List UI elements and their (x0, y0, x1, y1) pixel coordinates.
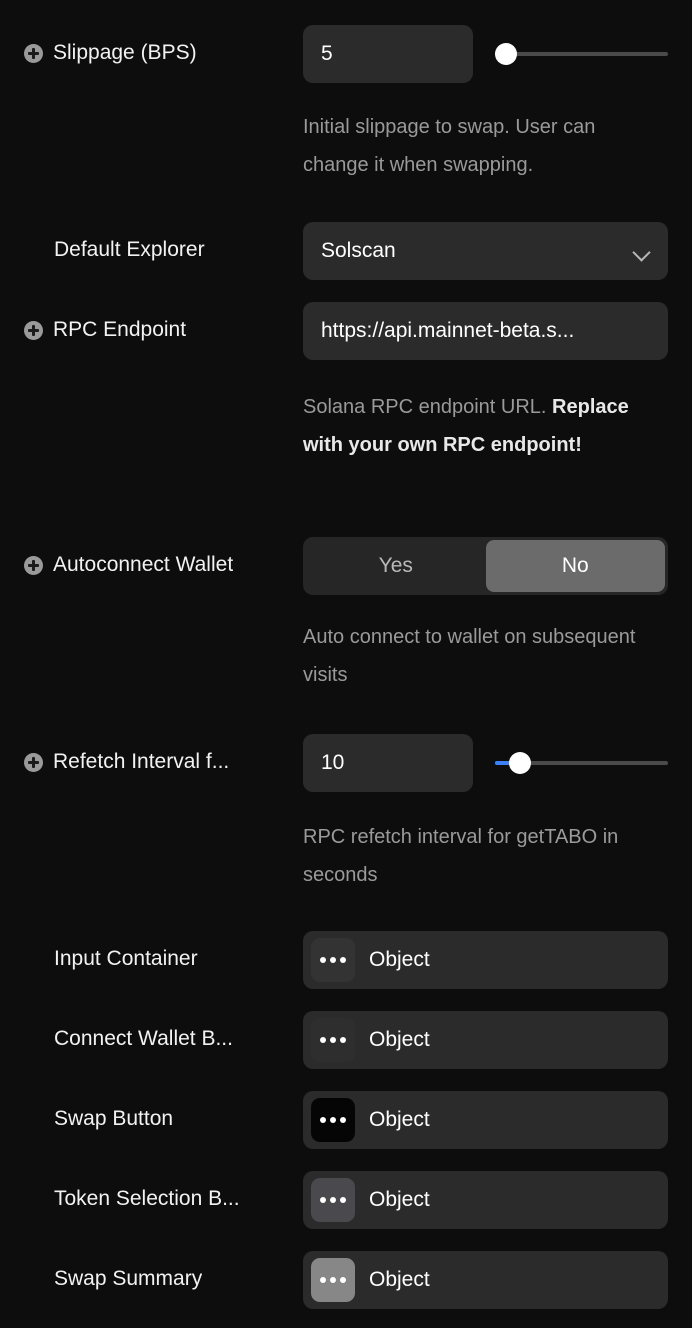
slippage-input-value: 5 (321, 42, 333, 65)
ellipsis-icon[interactable] (311, 1258, 355, 1302)
autoconnect-wallet-label-group: Autoconnect Wallet (24, 553, 286, 577)
refetch-interval-slider-thumb[interactable] (509, 752, 531, 774)
rpc-endpoint-label: RPC Endpoint (53, 318, 187, 341)
object-value-button[interactable]: Object (303, 931, 668, 989)
ellipsis-icon[interactable] (311, 1018, 355, 1062)
rpc-endpoint-description-normal: Solana RPC endpoint URL. (303, 396, 553, 418)
object-row-3-control: Object (303, 1171, 668, 1229)
object-value-label: Object (369, 1188, 430, 1211)
refetch-interval-label: Refetch Interval f... (53, 750, 230, 773)
object-row-label: Swap Button (54, 1107, 174, 1130)
autoconnect-option-no[interactable]: No (485, 540, 665, 592)
object-value-button[interactable]: Object (303, 1091, 668, 1149)
object-row-0-label-group: Input Container (54, 947, 286, 971)
autoconnect-option-yes[interactable]: Yes (306, 540, 486, 592)
refetch-interval-input-wrap: 10 (303, 734, 473, 792)
object-row-1-label-group: Connect Wallet B... (54, 1027, 286, 1051)
default-explorer-select-wrap: Solscan (303, 222, 668, 280)
chevron-down-icon[interactable] (633, 246, 650, 256)
slippage-label: Slippage (BPS) (53, 41, 197, 64)
refetch-interval-input[interactable]: 10 (303, 734, 473, 792)
object-row-label: Connect Wallet B... (54, 1027, 233, 1050)
object-row-4-label-group: Swap Summary (54, 1267, 286, 1291)
slippage-input[interactable]: 5 (303, 25, 473, 83)
expand-plus-icon[interactable] (24, 43, 43, 63)
ellipsis-icon[interactable] (311, 1098, 355, 1142)
rpc-endpoint-description: Solana RPC endpoint URL. Replace with yo… (303, 388, 663, 464)
default-explorer-select[interactable]: Solscan (303, 222, 668, 280)
object-row-2-control: Object (303, 1091, 668, 1149)
object-value-label: Object (369, 1028, 430, 1051)
slippage-slider-track (495, 52, 668, 56)
object-value-button[interactable]: Object (303, 1251, 668, 1309)
object-row-2-label-group: Swap Button (54, 1107, 286, 1131)
settings-panel: Slippage (BPS) 5 Initial slippage to swa… (0, 0, 692, 1328)
object-row-3-label-group: Token Selection B... (54, 1187, 286, 1211)
object-row-label: Swap Summary (54, 1267, 203, 1290)
expand-plus-icon[interactable] (24, 320, 43, 340)
refetch-interval-description: RPC refetch interval for getTABO in seco… (303, 826, 619, 886)
refetch-interval-value: 10 (321, 751, 345, 774)
object-row-1-control: Object (303, 1011, 668, 1069)
slippage-input-wrap: 5 (303, 25, 473, 83)
object-value-button[interactable]: Object (303, 1171, 668, 1229)
object-value-button[interactable]: Object (303, 1011, 668, 1069)
default-explorer-value: Solscan (321, 239, 396, 262)
object-row-label: Input Container (54, 947, 198, 970)
slippage-slider[interactable] (495, 39, 668, 69)
slippage-slider-thumb[interactable] (495, 43, 517, 65)
autoconnect-wallet-toggle-wrap: Yes No (303, 537, 668, 595)
object-value-label: Object (369, 1268, 430, 1291)
object-row-4-control: Object (303, 1251, 668, 1309)
autoconnect-wallet-segmented: Yes No (303, 537, 668, 595)
object-value-label: Object (369, 1108, 430, 1131)
autoconnect-wallet-label: Autoconnect Wallet (53, 553, 234, 576)
object-value-label: Object (369, 948, 430, 971)
rpc-endpoint-input[interactable]: https://api.mainnet-beta.s... (303, 302, 668, 360)
object-row-0-control: Object (303, 931, 668, 989)
refetch-interval-slider[interactable] (495, 748, 668, 778)
default-explorer-label: Default Explorer (54, 238, 205, 261)
ellipsis-icon[interactable] (311, 1178, 355, 1222)
default-explorer-label-group: Default Explorer (54, 238, 286, 262)
rpc-endpoint-input-wrap: https://api.mainnet-beta.s... (303, 302, 668, 360)
rpc-endpoint-label-group: RPC Endpoint (24, 318, 286, 342)
expand-plus-icon[interactable] (24, 555, 43, 575)
slippage-description: Initial slippage to swap. User can chang… (303, 116, 596, 176)
autoconnect-wallet-description: Auto connect to wallet on subsequent vis… (303, 626, 636, 686)
rpc-endpoint-value: https://api.mainnet-beta.s... (321, 319, 575, 342)
object-row-label: Token Selection B... (54, 1187, 240, 1210)
refetch-interval-label-group: Refetch Interval f... (24, 750, 286, 774)
ellipsis-icon[interactable] (311, 938, 355, 982)
slippage-label-group: Slippage (BPS) (24, 41, 286, 65)
expand-plus-icon[interactable] (24, 752, 43, 772)
